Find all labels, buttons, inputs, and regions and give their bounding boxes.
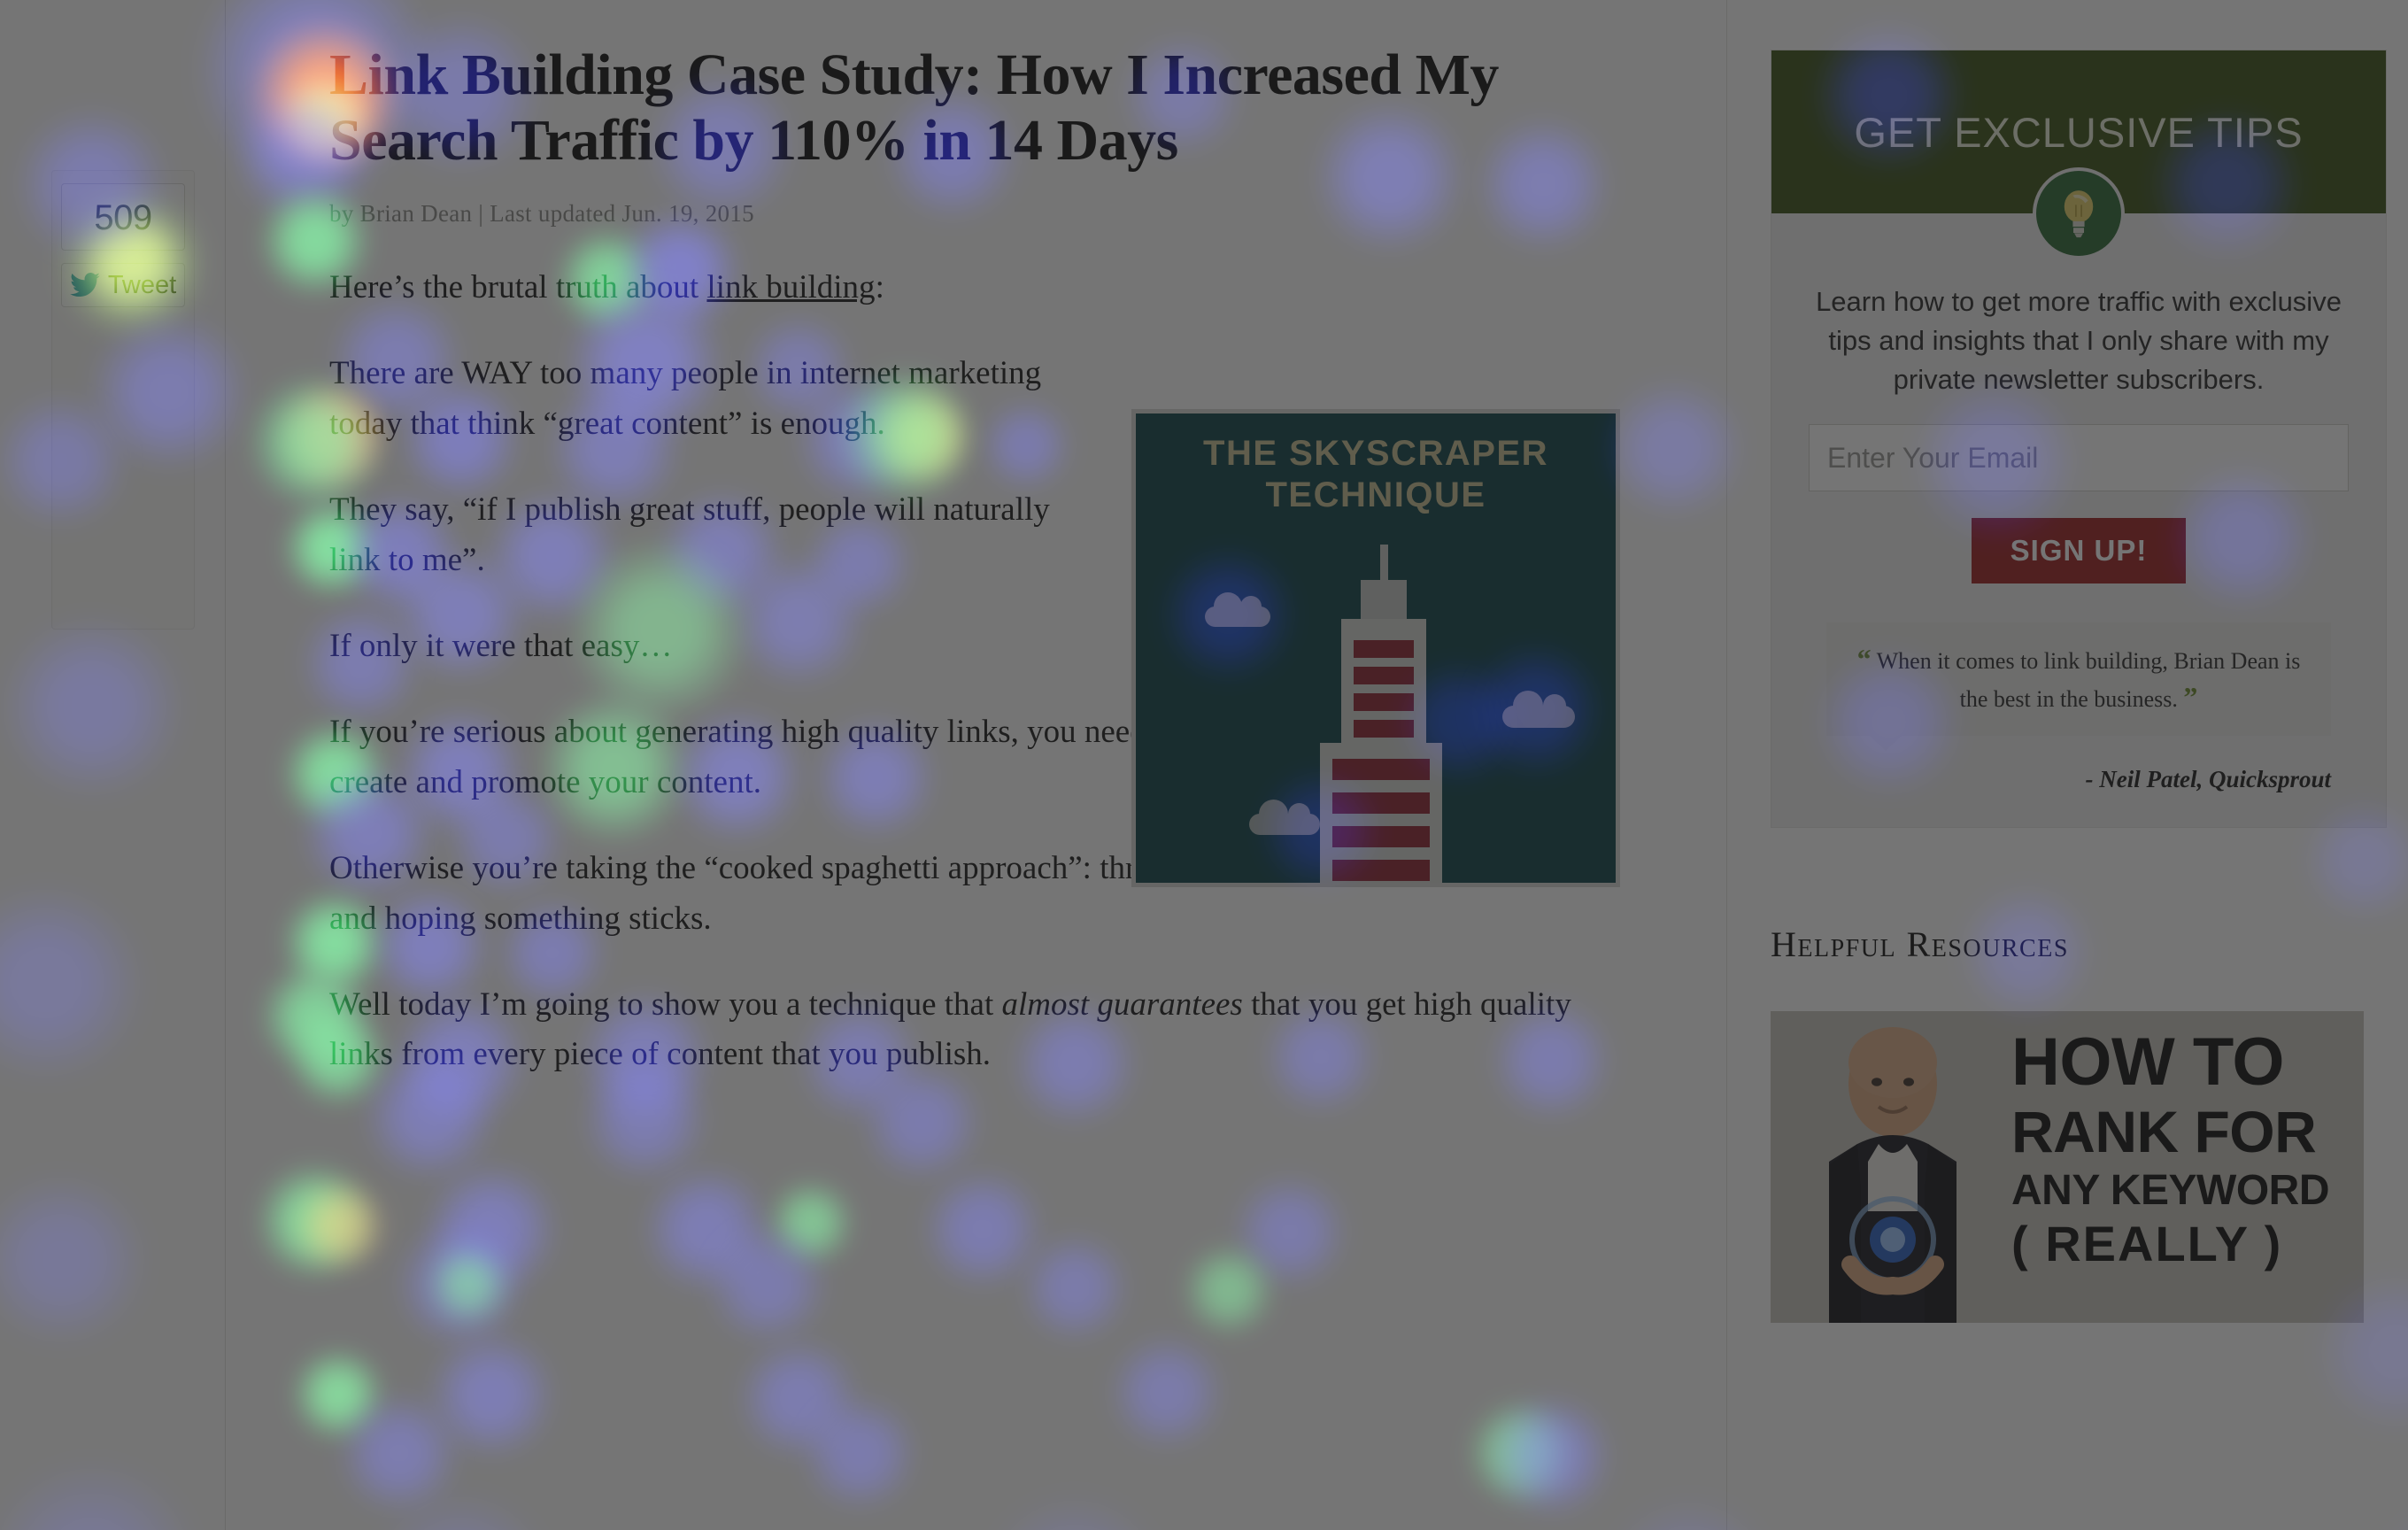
tower-window: [1332, 860, 1430, 881]
resource-thumbnail-text: HOW TO RANK FOR ANY KEYWORD ( REALLY ): [2011, 1024, 2351, 1272]
paragraph-7-pre: Well today I’m going to show you a techn…: [329, 985, 1002, 1023]
tower-window: [1354, 720, 1414, 738]
article-page-base: 509 Tweet Link Building Case Study: How …: [0, 0, 2408, 1530]
paragraph-4: If only it were that easy…: [329, 627, 673, 664]
presenter-photo: [1787, 1023, 1999, 1323]
tower-window: [1332, 759, 1430, 780]
paragraph-7-emphasis: almost guarantees: [1001, 985, 1243, 1023]
optin-heading: GET EXCLUSIVE TIPS: [1854, 108, 2304, 156]
link-building-link[interactable]: link building: [706, 269, 875, 305]
cloud-icon: [1205, 592, 1270, 627]
paragraph-2: There are WAY too many people in interne…: [329, 354, 1042, 442]
share-rail-filler: [61, 307, 185, 613]
skyscraper-title: THE SKYSCRAPER TECHNIQUE: [1136, 433, 1616, 516]
tower-window: [1332, 826, 1430, 847]
testimonial-text: When it comes to link building, Brian De…: [1876, 648, 2301, 712]
paragraph-1: Here’s the brutal truth about link build…: [329, 263, 1108, 313]
thumb-line-2: RANK FOR: [2011, 1098, 2317, 1164]
thumb-line-1: HOW TO: [2011, 1024, 2285, 1100]
helpful-resources-heading: Helpful Resources: [1771, 923, 2069, 964]
paragraph-7: Well today I’m going to show you a techn…: [329, 980, 1622, 1081]
tower-window: [1354, 640, 1414, 658]
tower-window: [1354, 667, 1414, 684]
close-quote-icon: ”: [2183, 680, 2198, 713]
email-field[interactable]: Enter Your Email: [1809, 424, 2349, 492]
twitter-bird-icon: [70, 273, 100, 298]
thumb-line-4: ( REALLY ): [2011, 1216, 2283, 1272]
newsletter-optin-box: GET EXCLUSIVE TIPS Learn how to get more…: [1771, 50, 2387, 828]
tower-window: [1354, 693, 1414, 711]
optin-body-text: Learn how to get more traffic with exclu…: [1816, 286, 2342, 396]
tweet-button[interactable]: Tweet: [61, 263, 185, 307]
lightbulb-icon: [2033, 167, 2125, 259]
resource-thumbnail[interactable]: HOW TO RANK FOR ANY KEYWORD ( REALLY ): [1771, 1010, 2364, 1323]
social-share-rail: 509 Tweet: [51, 170, 195, 630]
byline: by Brian Dean | Last updated Jun. 19, 20…: [329, 199, 754, 227]
heatmap-page: 509 Tweet Link Building Case Study: How …: [0, 0, 2408, 1530]
tweet-count: 509: [61, 183, 185, 251]
signup-button[interactable]: SIGN UP!: [1972, 518, 2186, 584]
skyscraper-title-line2: TECHNIQUE: [1265, 475, 1486, 515]
thumb-line-3: ANY KEYWORD: [2011, 1167, 2329, 1215]
paragraph-1-post: :: [875, 268, 884, 305]
paragraph-5-pre: If you’re serious about generating high …: [329, 713, 1228, 750]
testimonial-attribution: - Neil Patel, Quicksprout: [2085, 765, 2332, 792]
skyscraper-title-line1: THE SKYSCRAPER: [1203, 434, 1548, 473]
right-column-divider: [1726, 0, 1727, 1530]
testimonial-quote: “ When it comes to link building, Brian …: [1826, 622, 2331, 751]
paragraph-1-pre: Here’s the brutal truth about: [329, 268, 707, 305]
sidebar: GET EXCLUSIVE TIPS Learn how to get more…: [1771, 50, 2387, 1323]
left-column-divider: [225, 0, 226, 1530]
skyscraper-technique-image: THE SKYSCRAPER TECHNIQUE: [1131, 409, 1620, 887]
skyscraper-canvas: THE SKYSCRAPER TECHNIQUE: [1136, 413, 1616, 883]
cloud-icon: [1502, 691, 1575, 728]
page-title: Link Building Case Study: How I Increase…: [329, 42, 1499, 173]
open-quote-icon: “: [1856, 643, 1872, 676]
paragraph-3: They say, “if I publish great stuff, peo…: [329, 491, 1050, 578]
tower-window: [1332, 792, 1430, 814]
cloud-icon: [1249, 800, 1320, 835]
tweet-button-label: Tweet: [107, 271, 177, 299]
